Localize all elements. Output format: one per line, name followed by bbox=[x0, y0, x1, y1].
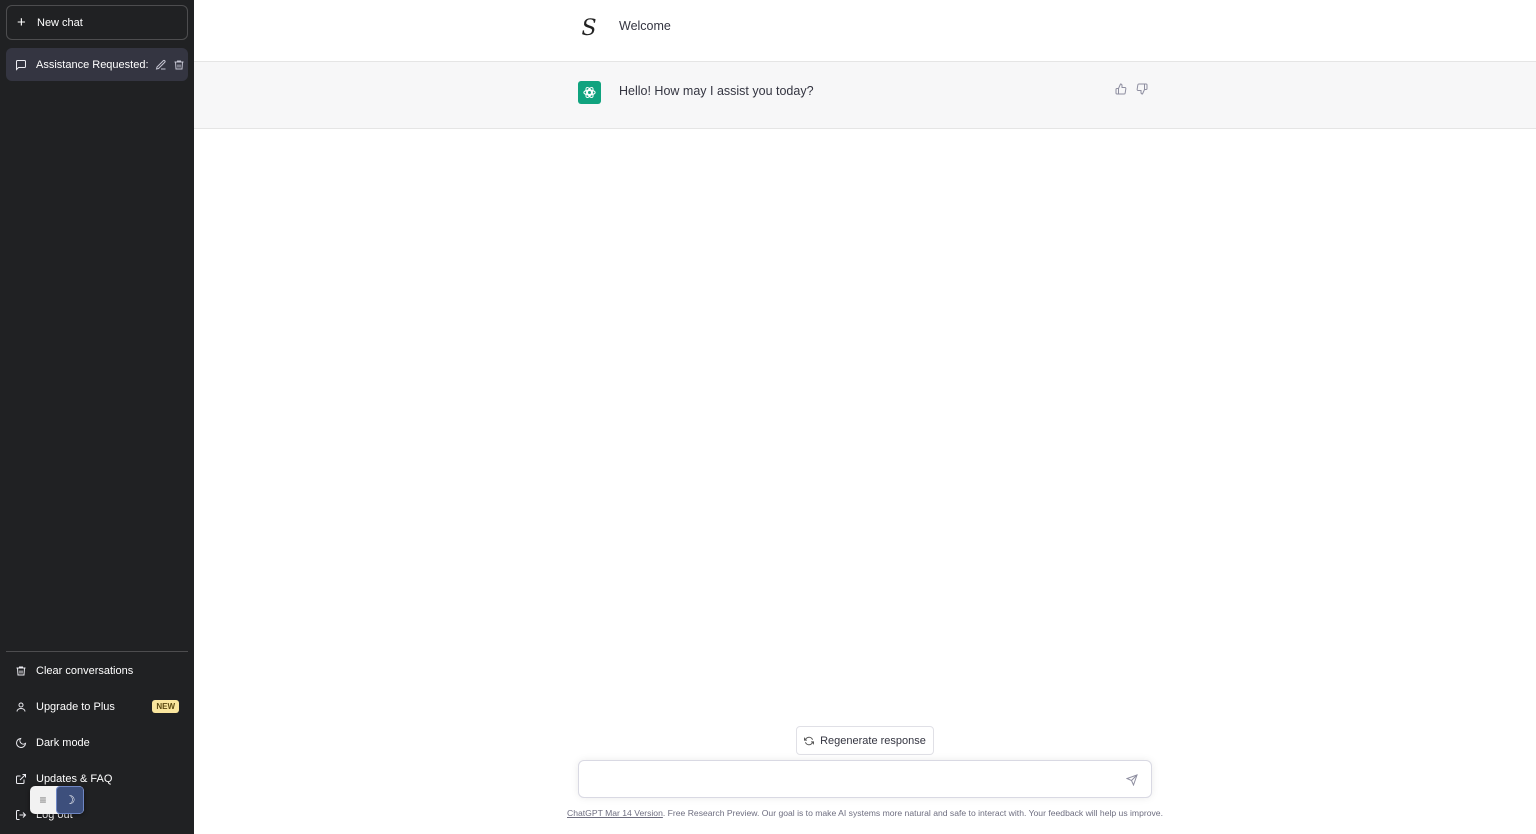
version-link[interactable]: ChatGPT Mar 14 Version bbox=[567, 808, 663, 818]
new-chat-button[interactable]: + New chat bbox=[6, 5, 188, 40]
edit-icon[interactable] bbox=[154, 58, 168, 72]
message-input-box bbox=[578, 760, 1152, 798]
trash-icon[interactable] bbox=[172, 58, 186, 72]
user-avatar: S bbox=[581, 16, 597, 41]
dark-mode-button[interactable]: Dark mode bbox=[6, 728, 188, 758]
new-chat-label: New chat bbox=[37, 16, 83, 29]
user-message: Welcome bbox=[619, 19, 671, 33]
regenerate-label: Regenerate response bbox=[820, 734, 926, 747]
user-icon bbox=[15, 701, 27, 713]
sidebar: + New chat Assistance Requested: Clear c… bbox=[0, 0, 194, 834]
chat-main: S Welcome Hello! How may I assist you to… bbox=[194, 0, 1536, 834]
new-badge: NEW bbox=[152, 700, 179, 713]
message-input[interactable] bbox=[589, 770, 1109, 790]
footer-disclaimer: ChatGPT Mar 14 Version. Free Research Pr… bbox=[194, 808, 1536, 818]
conversation-title: Assistance Requested: bbox=[36, 58, 149, 71]
sidebar-divider bbox=[6, 651, 188, 652]
conversation-item[interactable]: Assistance Requested: bbox=[6, 48, 188, 81]
send-icon[interactable] bbox=[1125, 773, 1139, 787]
floating-toggle-widget[interactable]: ≡ ☽ bbox=[30, 786, 84, 814]
moon-icon[interactable]: ☽ bbox=[56, 786, 84, 814]
clear-conversations-button[interactable]: Clear conversations bbox=[6, 656, 188, 686]
trash-icon bbox=[15, 665, 27, 677]
chat-bubble-icon bbox=[15, 59, 27, 71]
thumbs-down-icon[interactable] bbox=[1136, 83, 1148, 95]
upgrade-label: Upgrade to Plus bbox=[36, 701, 115, 713]
upgrade-to-plus-button[interactable]: Upgrade to Plus NEW bbox=[6, 692, 188, 722]
updates-faq-label: Updates & FAQ bbox=[36, 773, 113, 785]
footer-text: . Free Research Preview. Our goal is to … bbox=[662, 808, 1163, 818]
assistant-message-row: Hello! How may I assist you today? bbox=[194, 62, 1536, 129]
openai-logo-icon bbox=[578, 81, 601, 104]
user-message-row: S Welcome bbox=[194, 0, 1536, 62]
plus-icon: + bbox=[17, 14, 26, 31]
refresh-icon bbox=[804, 736, 815, 746]
regenerate-response-button[interactable]: Regenerate response bbox=[796, 726, 934, 755]
moon-icon bbox=[15, 737, 27, 749]
menu-icon[interactable]: ≡ bbox=[30, 786, 56, 814]
logout-icon bbox=[15, 809, 27, 821]
thumbs-up-icon[interactable] bbox=[1115, 83, 1127, 95]
assistant-message: Hello! How may I assist you today? bbox=[619, 84, 814, 98]
external-link-icon bbox=[15, 773, 27, 785]
clear-conversations-label: Clear conversations bbox=[36, 665, 134, 677]
dark-mode-label: Dark mode bbox=[36, 737, 90, 749]
